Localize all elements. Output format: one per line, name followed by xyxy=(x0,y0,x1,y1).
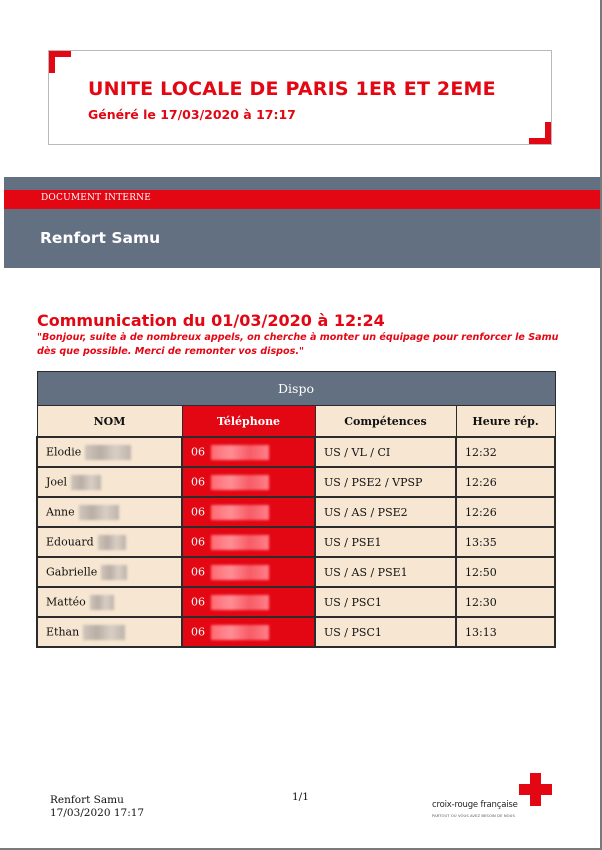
redacted-phone xyxy=(211,534,269,550)
footer-info: Renfort Samu 17/03/2020 17:17 xyxy=(50,794,144,820)
table-row: Edouard 06 US / PSE1 13:35 xyxy=(36,526,557,558)
skills-cell: US / PSC1 xyxy=(314,616,457,648)
first-name: Elodie xyxy=(46,445,82,458)
table-row: Elodie 06 US / VL / CI 12:32 xyxy=(36,436,557,468)
time-cell: 12:30 xyxy=(454,586,557,618)
internal-label-band: DOCUMENT INTERNE xyxy=(4,190,600,209)
table-row: Mattéo 06 US / PSC1 12:30 xyxy=(36,586,557,618)
redacted-surname xyxy=(89,594,114,610)
column-header-name: NOM xyxy=(36,405,183,438)
phone-cell: 06 xyxy=(181,616,316,648)
redacted-surname xyxy=(101,564,128,580)
phone-prefix: 06 xyxy=(191,565,205,578)
time-cell: 13:35 xyxy=(454,526,557,558)
phone-prefix: 06 xyxy=(191,595,205,608)
name-cell: Elodie xyxy=(36,436,183,468)
name-cell: Edouard xyxy=(36,526,183,558)
first-name: Mattéo xyxy=(46,595,86,608)
skills-cell: US / AS / PSE2 xyxy=(314,496,457,528)
column-header-skills: Compétences xyxy=(314,405,457,438)
table-header-row: NOM Téléphone Compétences Heure rép. xyxy=(36,405,556,438)
phone-cell: 06 xyxy=(181,436,316,468)
time-cell: 12:50 xyxy=(454,556,557,588)
redacted-phone xyxy=(211,564,269,580)
redacted-phone xyxy=(211,624,269,640)
footer-datetime: 17/03/2020 17:17 xyxy=(50,807,145,819)
first-name: Anne xyxy=(46,505,75,518)
table-row: Ethan 06 US / PSC1 13:13 xyxy=(36,616,557,648)
redacted-surname xyxy=(85,444,132,460)
redacted-phone xyxy=(211,474,269,490)
redacted-surname xyxy=(78,504,119,520)
internal-label: DOCUMENT INTERNE xyxy=(41,193,152,203)
redacted-surname xyxy=(83,624,126,640)
skills-cell: US / PSC1 xyxy=(314,586,457,618)
redacted-surname xyxy=(97,534,126,550)
communication-message: "Bonjour, suite à de nombreux appels, on… xyxy=(37,332,559,357)
redacted-phone xyxy=(211,444,269,460)
band-top xyxy=(4,177,600,190)
communication-title: Communication du 01/03/2020 à 12:24 xyxy=(37,311,385,330)
corner-mark-top-left-vertical xyxy=(49,51,55,73)
table-row: Anne 06 US / AS / PSE2 12:26 xyxy=(36,496,557,528)
croix-rouge-logo: croix-rouge française PARTOUT OÙ VOUS AV… xyxy=(430,773,554,825)
time-cell: 12:26 xyxy=(454,466,557,498)
logo-name: croix-rouge française xyxy=(432,800,518,810)
phone-prefix: 06 xyxy=(191,445,205,458)
first-name: Edouard xyxy=(46,535,94,548)
phone-prefix: 06 xyxy=(191,625,205,638)
name-cell: Anne xyxy=(36,496,183,528)
table-row: Joel 06 US / PSE2 / VPSP 12:26 xyxy=(36,466,557,498)
logo-tagline: PARTOUT OÙ VOUS AVEZ BESOIN DE NOUS xyxy=(432,814,515,818)
time-cell: 12:32 xyxy=(454,436,557,468)
phone-cell: 06 xyxy=(181,466,316,498)
first-name: Ethan xyxy=(46,625,80,638)
time-cell: 12:26 xyxy=(454,496,557,528)
org-title: UNITE LOCALE DE PARIS 1ER ET 2EME xyxy=(88,78,496,100)
footer-doc-title: Renfort Samu xyxy=(50,794,124,806)
phone-prefix: 06 xyxy=(191,475,205,488)
table-row: Gabrielle 06 US / AS / PSE1 12:50 xyxy=(36,556,557,588)
redacted-phone xyxy=(211,504,269,520)
skills-cell: US / PSE1 xyxy=(314,526,457,558)
table-caption: Dispo xyxy=(36,371,556,406)
column-header-phone: Téléphone xyxy=(181,405,316,438)
phone-cell: 06 xyxy=(181,526,316,558)
skills-cell: US / AS / PSE1 xyxy=(314,556,457,588)
page-number: 1/1 xyxy=(292,791,309,803)
first-name: Gabrielle xyxy=(46,565,98,578)
skills-cell: US / PSE2 / VPSP xyxy=(314,466,457,498)
redacted-phone xyxy=(211,594,269,610)
name-cell: Mattéo xyxy=(36,586,183,618)
redacted-surname xyxy=(71,474,102,490)
name-cell: Joel xyxy=(36,466,183,498)
corner-mark-bottom-right-vertical xyxy=(545,122,551,144)
dispo-table: Dispo NOM Téléphone Compétences Heure ré… xyxy=(36,371,557,648)
time-cell: 13:13 xyxy=(454,616,557,648)
phone-cell: 06 xyxy=(181,586,316,618)
column-header-time: Heure rép. xyxy=(455,405,556,438)
title-box: UNITE LOCALE DE PARIS 1ER ET 2EME Généré… xyxy=(48,50,552,145)
document-title: Renfort Samu xyxy=(40,229,161,247)
name-cell: Ethan xyxy=(36,616,183,648)
table-caption-row: Dispo xyxy=(36,371,556,406)
skills-cell: US / VL / CI xyxy=(314,436,457,468)
document-title-band: Renfort Samu xyxy=(4,209,600,268)
phone-prefix: 06 xyxy=(191,535,205,548)
phone-prefix: 06 xyxy=(191,505,205,518)
phone-cell: 06 xyxy=(181,496,316,528)
generated-date: Généré le 17/03/2020 à 17:17 xyxy=(88,107,296,122)
red-cross-icon-vertical xyxy=(530,773,541,806)
name-cell: Gabrielle xyxy=(36,556,183,588)
first-name: Joel xyxy=(46,475,68,488)
phone-cell: 06 xyxy=(181,556,316,588)
